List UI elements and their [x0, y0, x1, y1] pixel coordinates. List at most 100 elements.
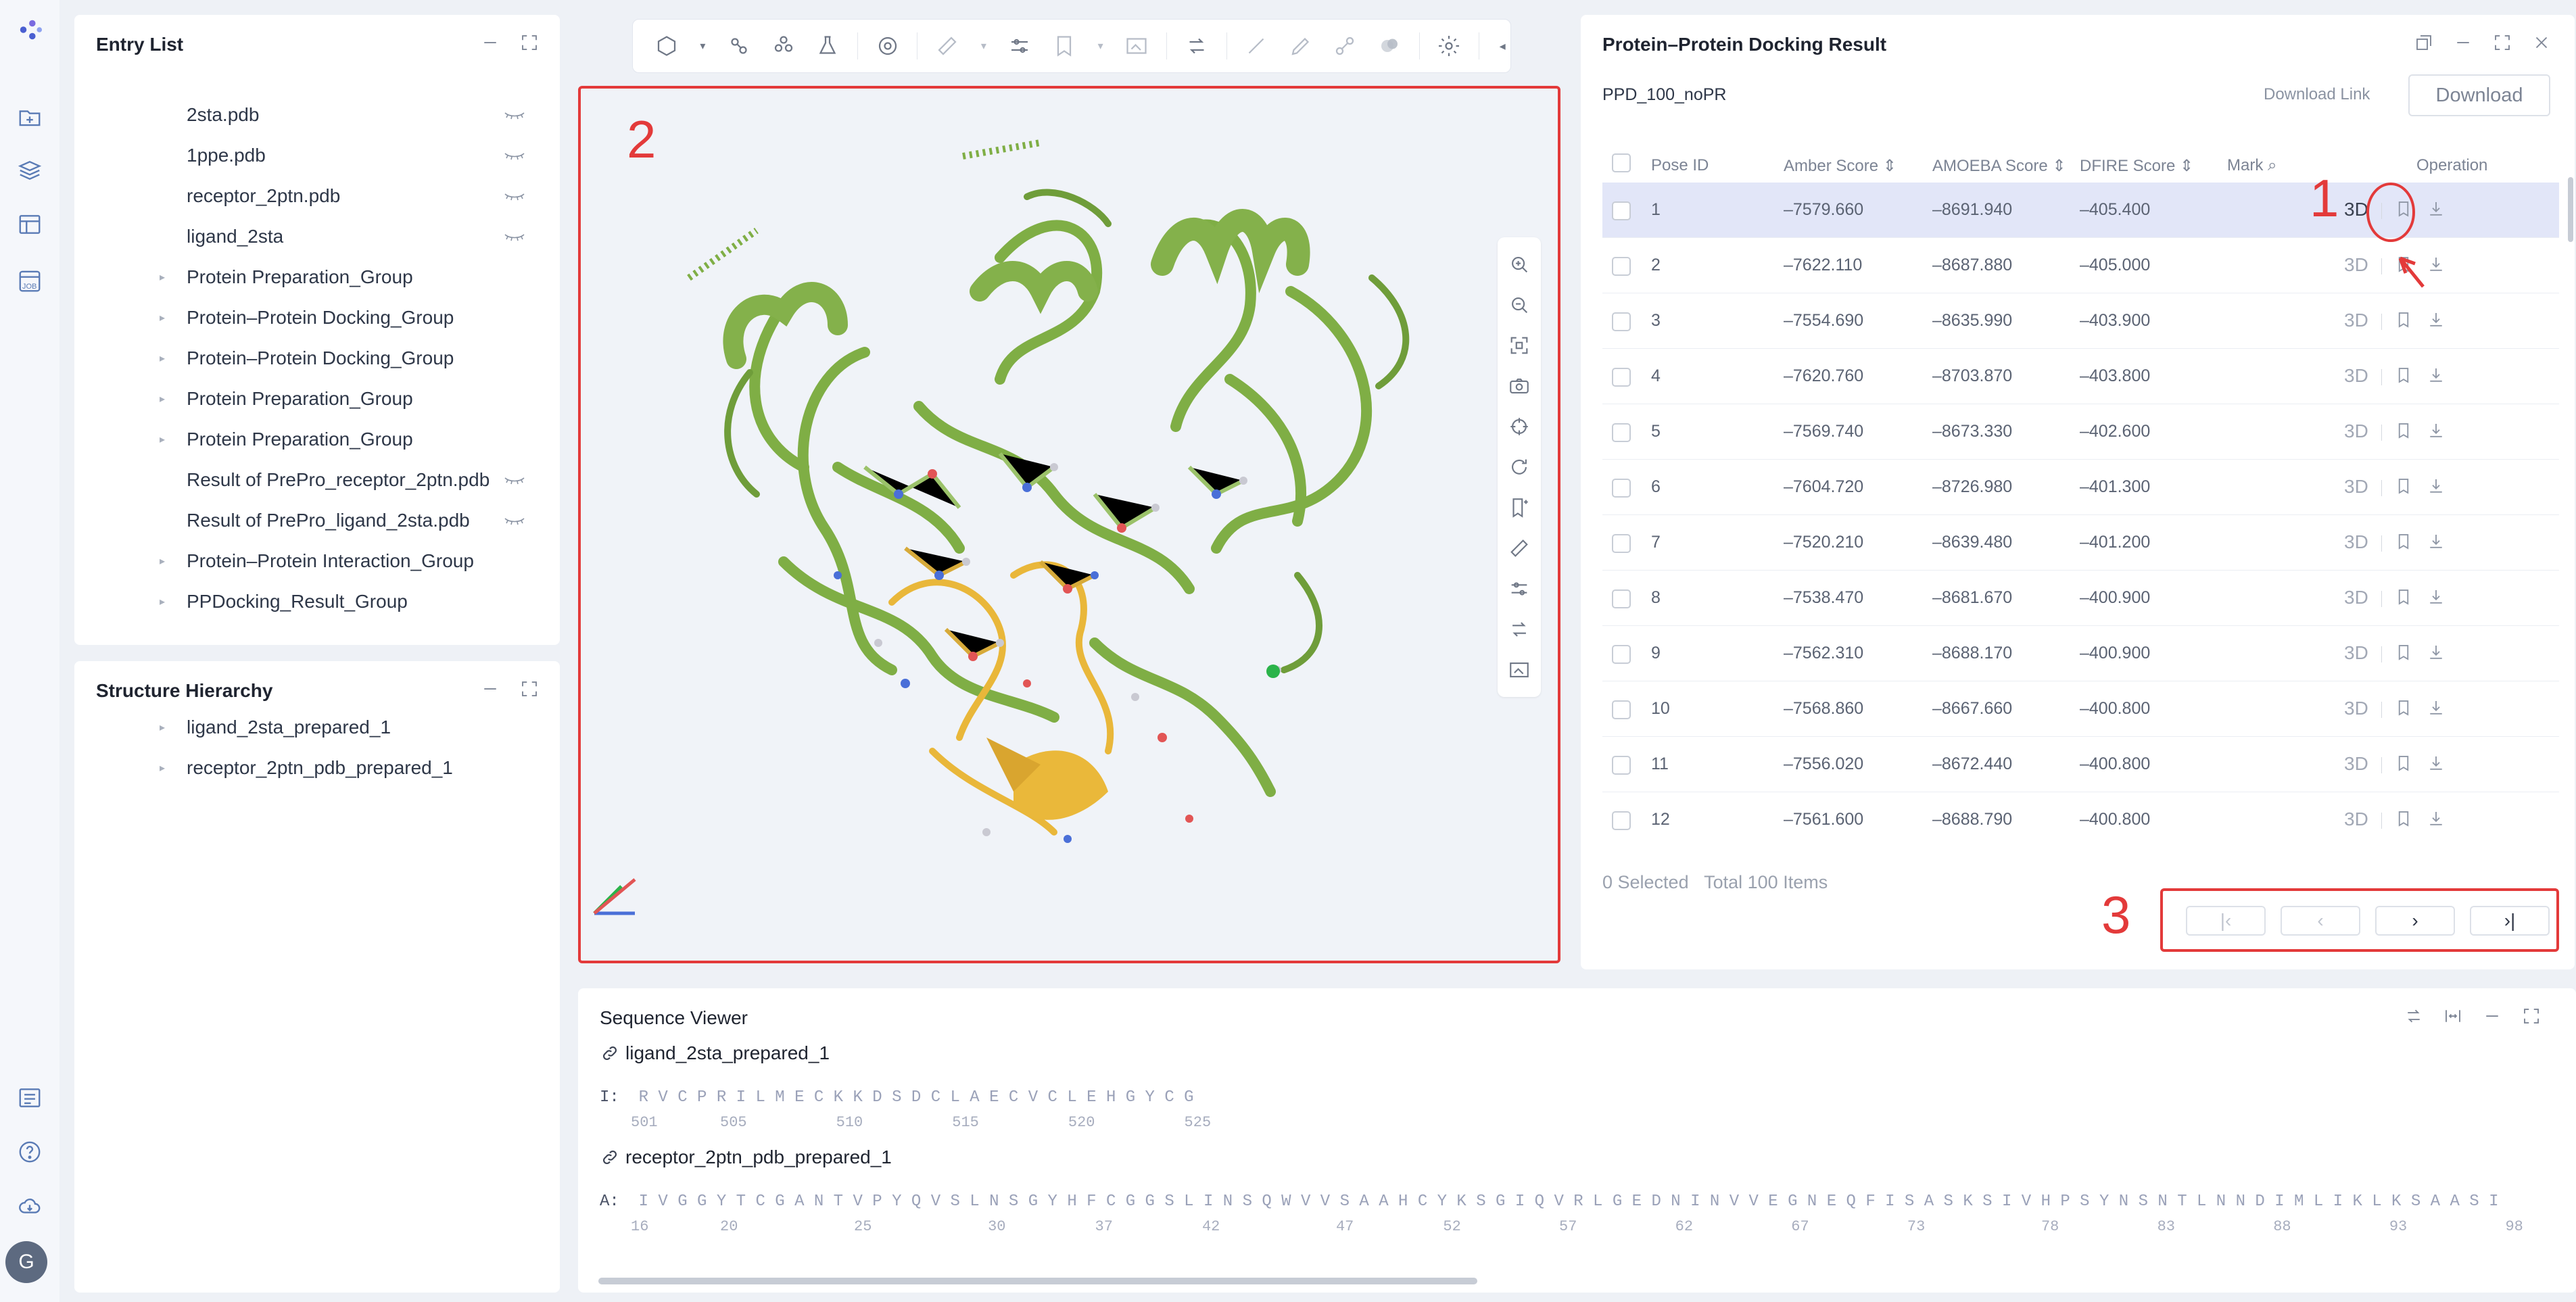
caret-right-icon[interactable]: ▸ [160, 311, 165, 324]
structure-viewer[interactable]: 2 [578, 86, 1560, 963]
maximize-icon[interactable] [519, 679, 540, 702]
minimize-icon[interactable] [480, 679, 500, 702]
molecule-icon[interactable] [724, 31, 754, 61]
surface-icon[interactable] [1375, 31, 1404, 61]
download-icon[interactable] [2426, 365, 2446, 390]
add-bookmark-icon[interactable] [1506, 494, 1533, 521]
bookmark-icon[interactable] [2393, 531, 2414, 556]
col-amber-score[interactable]: Amber Score ⇕ [1784, 156, 1897, 176]
view-3d-button[interactable]: 3D [2344, 365, 2368, 387]
download-icon[interactable] [2426, 420, 2446, 445]
view-3d-button[interactable]: 3D [2344, 310, 2368, 331]
image-icon[interactable] [1506, 656, 1533, 683]
eye-closed-icon[interactable] [503, 226, 526, 247]
fit-view-icon[interactable] [1506, 332, 1533, 359]
next-page-button[interactable]: › [2375, 906, 2455, 936]
row-checkbox[interactable] [1612, 589, 1631, 608]
download-icon[interactable] [2426, 642, 2446, 667]
table-icon[interactable] [12, 207, 47, 242]
bookmark-icon[interactable] [2393, 365, 2414, 390]
ruler-icon[interactable] [1506, 535, 1533, 562]
fit-width-icon[interactable] [2443, 1006, 2463, 1030]
table-row[interactable]: 9 –7562.310 –8688.170 –400.900 3D [1602, 626, 2559, 681]
download-icon[interactable] [2426, 587, 2446, 612]
pencil-icon[interactable] [1286, 31, 1316, 61]
protein-structure-render[interactable] [581, 89, 1558, 961]
popout-icon[interactable] [2414, 32, 2434, 56]
center-icon[interactable] [1506, 413, 1533, 440]
sequence-scrollbar[interactable] [598, 1278, 1477, 1284]
help-icon[interactable] [12, 1134, 47, 1170]
prev-page-button[interactable]: ‹ [2281, 906, 2360, 936]
entry-item[interactable]: 2sta.pdb [112, 95, 533, 135]
table-row[interactable]: 6 –7604.720 –8726.980 –401.300 3D [1602, 460, 2559, 515]
table-row[interactable]: 8 –7538.470 –8681.670 –400.900 3D [1602, 571, 2559, 626]
view-3d-button[interactable]: 3D [2344, 698, 2368, 719]
row-checkbox[interactable] [1612, 312, 1631, 331]
job-icon[interactable]: JOB [12, 264, 47, 299]
bookmark-icon[interactable] [2393, 809, 2414, 831]
entry-group[interactable]: ▸ Protein–Protein Interaction_Group [112, 541, 533, 581]
eye-closed-icon[interactable] [503, 145, 526, 166]
sequence-residues[interactable]: A: I V G G Y T C G A N T V P Y Q V S L N… [600, 1192, 2560, 1211]
minimize-icon[interactable] [2482, 1006, 2502, 1030]
cloud-icon[interactable] [12, 1188, 47, 1224]
import-icon[interactable] [12, 100, 47, 135]
row-checkbox[interactable] [1612, 756, 1631, 775]
download-icon[interactable] [2426, 531, 2446, 556]
sequence-chain-name[interactable]: ligand_2sta_prepared_1 [601, 1042, 830, 1064]
layers-icon[interactable] [12, 153, 47, 188]
view-3d-button[interactable]: 3D [2344, 809, 2368, 830]
entry-item[interactable]: Result of PrePro_ligand_2sta.pdb [112, 500, 533, 541]
view-3d-button[interactable]: 3D [2344, 476, 2368, 498]
col-dfire-score[interactable]: DFIRE Score ⇕ [2080, 156, 2193, 176]
sort-icon[interactable]: ⇕ [2052, 157, 2066, 175]
row-checkbox[interactable] [1612, 700, 1631, 719]
view-3d-button[interactable]: 3D [2344, 587, 2368, 608]
table-row[interactable]: 10 –7568.860 –8667.660 –400.800 3D [1602, 681, 2559, 737]
row-checkbox[interactable] [1612, 257, 1631, 276]
entry-group[interactable]: ▸ Protein Preparation_Group [112, 419, 533, 460]
entry-item[interactable]: Result of PrePro_receptor_2ptn.pdb [112, 460, 533, 500]
view-3d-button[interactable]: 3D [2344, 531, 2368, 553]
download-button[interactable]: Download [2408, 74, 2550, 116]
caret-right-icon[interactable]: ▸ [160, 433, 165, 446]
minimize-icon[interactable] [480, 32, 500, 56]
avatar[interactable]: G [5, 1241, 47, 1283]
collapse-left-icon[interactable]: ◂ [1494, 31, 1510, 61]
atoms-icon[interactable] [769, 31, 798, 61]
chevron-down-icon[interactable]: ▾ [977, 31, 991, 61]
caret-right-icon[interactable]: ▸ [160, 595, 165, 608]
table-row[interactable]: 7 –7520.210 –8639.480 –401.200 3D [1602, 515, 2559, 571]
download-icon[interactable] [2426, 698, 2446, 723]
first-page-button[interactable]: |‹ [2186, 906, 2266, 936]
sliders-icon[interactable] [1005, 31, 1035, 61]
zoom-out-icon[interactable] [1506, 291, 1533, 318]
sequence-chain-name[interactable]: receptor_2ptn_pdb_prepared_1 [601, 1147, 892, 1168]
bookmark-icon[interactable] [2393, 753, 2414, 778]
bookmark-icon[interactable] [2393, 587, 2414, 612]
target-icon[interactable] [873, 31, 903, 61]
eye-closed-icon[interactable] [503, 510, 526, 531]
hierarchy-item[interactable]: ▸ ligand_2sta_prepared_1 [112, 707, 533, 748]
swap-icon[interactable] [1182, 31, 1212, 61]
bookmark-icon[interactable] [2393, 642, 2414, 667]
entry-item[interactable]: ligand_2sta [112, 216, 533, 257]
sliders-icon[interactable] [1506, 575, 1533, 602]
image-icon[interactable] [1122, 31, 1152, 61]
chevron-down-icon[interactable]: ▾ [696, 31, 710, 61]
row-checkbox[interactable] [1612, 811, 1631, 830]
chevron-down-icon[interactable]: ▾ [1094, 31, 1107, 61]
download-icon[interactable] [2426, 753, 2446, 778]
download-icon[interactable] [2426, 809, 2446, 831]
view-3d-button[interactable]: 3D [2344, 753, 2368, 775]
ruler-icon[interactable] [932, 31, 962, 61]
row-checkbox[interactable] [1612, 534, 1631, 553]
entry-item[interactable]: receptor_2ptn.pdb [112, 176, 533, 216]
maximize-icon[interactable] [2521, 1006, 2542, 1030]
maximize-icon[interactable] [519, 32, 540, 56]
row-checkbox[interactable] [1612, 423, 1631, 442]
entry-group[interactable]: ▸ Protein–Protein Docking_Group [112, 297, 533, 338]
cube-icon[interactable] [652, 31, 682, 61]
bookmark-icon[interactable] [2393, 476, 2414, 501]
